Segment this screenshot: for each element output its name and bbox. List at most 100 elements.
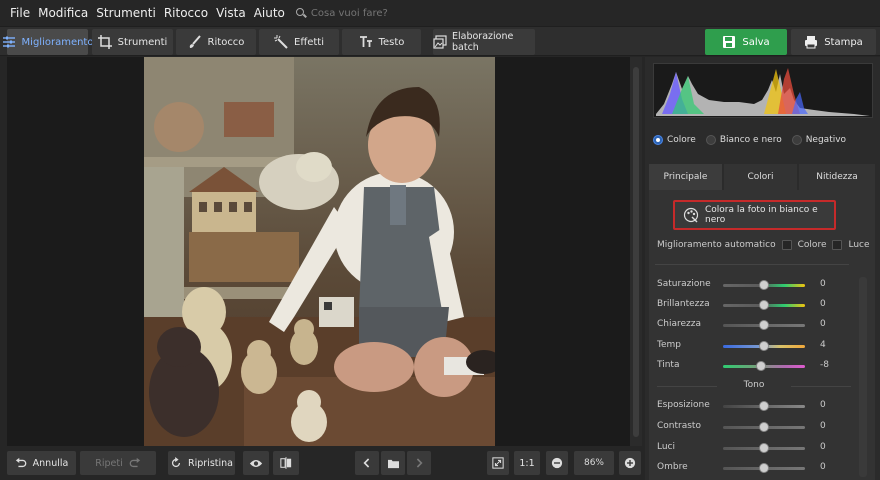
slider-knob[interactable]: [759, 443, 769, 453]
radio-dot: [653, 135, 663, 145]
slider-label: Brillantezza: [657, 299, 710, 309]
slider-knob[interactable]: [759, 320, 769, 330]
auto-color-label: Colore: [797, 240, 827, 250]
slider-label: Luci: [657, 442, 676, 452]
menu-aiuto[interactable]: Aiuto: [250, 0, 289, 26]
undo-button[interactable]: Annulla: [7, 451, 76, 475]
slider-saturazione: Saturazione 0: [657, 279, 857, 293]
menu-file[interactable]: File: [6, 0, 34, 26]
preview-button[interactable]: [243, 451, 269, 475]
radio-negativo[interactable]: Negativo: [791, 135, 847, 145]
tab-label: Ritocco: [207, 36, 245, 48]
chevron-left-icon: [363, 458, 371, 468]
next-image-button[interactable]: [407, 451, 431, 475]
tab-miglioramento[interactable]: Miglioramento: [2, 29, 93, 55]
tab-nitidezza[interactable]: Nitidezza: [799, 164, 875, 190]
slider-knob[interactable]: [759, 463, 769, 473]
radio-label: Bianco e nero: [719, 135, 782, 145]
tab-effetti[interactable]: Effetti: [259, 29, 339, 55]
tab-label: Miglioramento: [21, 36, 94, 48]
actual-size-button[interactable]: 1:1: [514, 451, 540, 475]
redo-button[interactable]: Ripeti: [80, 451, 156, 475]
auto-color-checkbox[interactable]: [781, 240, 792, 250]
color-mode-group: Colore Bianco e nero Negativo: [653, 135, 846, 145]
previous-image-button[interactable]: [355, 451, 379, 475]
radio-dot: [791, 135, 802, 145]
slider-knob[interactable]: [759, 401, 769, 411]
slider-contrasto: Contrasto 0: [657, 421, 857, 435]
slider-label: Tinta: [657, 360, 680, 370]
main-toolbar: Miglioramento Strumenti Ritocco Effetti …: [0, 26, 880, 56]
slider-knob[interactable]: [759, 280, 769, 290]
slider-value: 4: [820, 340, 826, 350]
menu-ritocco[interactable]: Ritocco: [160, 0, 212, 26]
radio-dot: [705, 135, 716, 145]
auto-light-label: Luce: [848, 240, 870, 250]
slider-temp: Temp 4: [657, 340, 857, 354]
slider-value: 0: [820, 400, 826, 410]
compare-icon: [280, 457, 292, 469]
open-folder-button[interactable]: [381, 451, 405, 475]
menu-vista[interactable]: Vista: [212, 0, 250, 26]
slider-value: 0: [820, 319, 826, 329]
tab-principale[interactable]: Principale: [649, 164, 722, 190]
slider-knob[interactable]: [755, 361, 766, 371]
reset-button[interactable]: Ripristina: [168, 451, 235, 475]
search-box[interactable]: [295, 7, 431, 19]
save-button[interactable]: Salva: [705, 29, 787, 55]
slider-value: 0: [820, 421, 826, 431]
slider-value: 0: [820, 462, 826, 472]
tab-colori[interactable]: Colori: [724, 164, 797, 190]
slider-knob[interactable]: [759, 300, 769, 310]
magic-wand-icon: [274, 35, 288, 49]
zoom-in-button[interactable]: [619, 451, 641, 475]
radio-colore[interactable]: Colore: [653, 135, 696, 145]
redo-icon: [129, 457, 141, 469]
radio-label: Colore: [667, 135, 696, 145]
compare-button[interactable]: [273, 451, 299, 475]
tab-testo[interactable]: Testo: [342, 29, 421, 55]
auto-light-checkbox[interactable]: [832, 240, 843, 250]
palette-icon: [683, 207, 699, 223]
save-label: Salva: [742, 36, 770, 48]
adjustment-panel: Colore Bianco e nero Negativo Principale…: [645, 57, 880, 480]
image-canvas[interactable]: [7, 57, 642, 446]
zoom-level[interactable]: 86%: [574, 451, 614, 475]
divider: [655, 264, 849, 265]
batch-processing-button[interactable]: Elaborazione batch: [433, 29, 535, 55]
slider-value: 0: [820, 442, 826, 452]
print-button[interactable]: Stampa: [791, 29, 876, 55]
minus-circle-icon: [551, 457, 563, 469]
slider-knob[interactable]: [759, 341, 769, 351]
search-input[interactable]: [310, 7, 431, 19]
sliders-icon: [2, 35, 16, 49]
search-icon: [295, 7, 307, 19]
slider-knob[interactable]: [759, 422, 769, 432]
menu-modifica[interactable]: Modifica: [34, 0, 92, 26]
tab-label: Colori: [747, 172, 774, 182]
scrollbar-thumb[interactable]: [633, 67, 639, 437]
fit-screen-icon: [492, 457, 504, 469]
colorize-photo-button[interactable]: Colora la foto in bianco e nero: [673, 200, 836, 230]
menu-strumenti[interactable]: Strumenti: [92, 0, 160, 26]
slider-esposizione: Esposizione 0: [657, 400, 857, 414]
radio-label: Negativo: [805, 135, 847, 145]
text-icon: [359, 35, 373, 49]
panel-scrollbar[interactable]: [859, 277, 867, 477]
slider-value: 0: [820, 279, 826, 289]
slider-value: 0: [820, 299, 826, 309]
eye-icon: [249, 458, 263, 469]
tab-strumenti[interactable]: Strumenti: [92, 29, 173, 55]
zoom-out-button[interactable]: [546, 451, 568, 475]
slider-label: Ombre: [657, 462, 688, 472]
slider-label: Temp: [657, 340, 681, 350]
slider-label: Contrasto: [657, 421, 701, 431]
slider-chiarezza: Chiarezza 0: [657, 319, 857, 333]
slider-label: Chiarezza: [657, 319, 702, 329]
fit-screen-button[interactable]: [487, 451, 509, 475]
tab-ritocco[interactable]: Ritocco: [176, 29, 256, 55]
radio-bianco-e-nero[interactable]: Bianco e nero: [705, 135, 782, 145]
tab-label: Nitidezza: [816, 172, 858, 182]
slider-tinta: Tinta -8: [657, 360, 857, 374]
canvas-vertical-scrollbar[interactable]: [630, 57, 642, 446]
